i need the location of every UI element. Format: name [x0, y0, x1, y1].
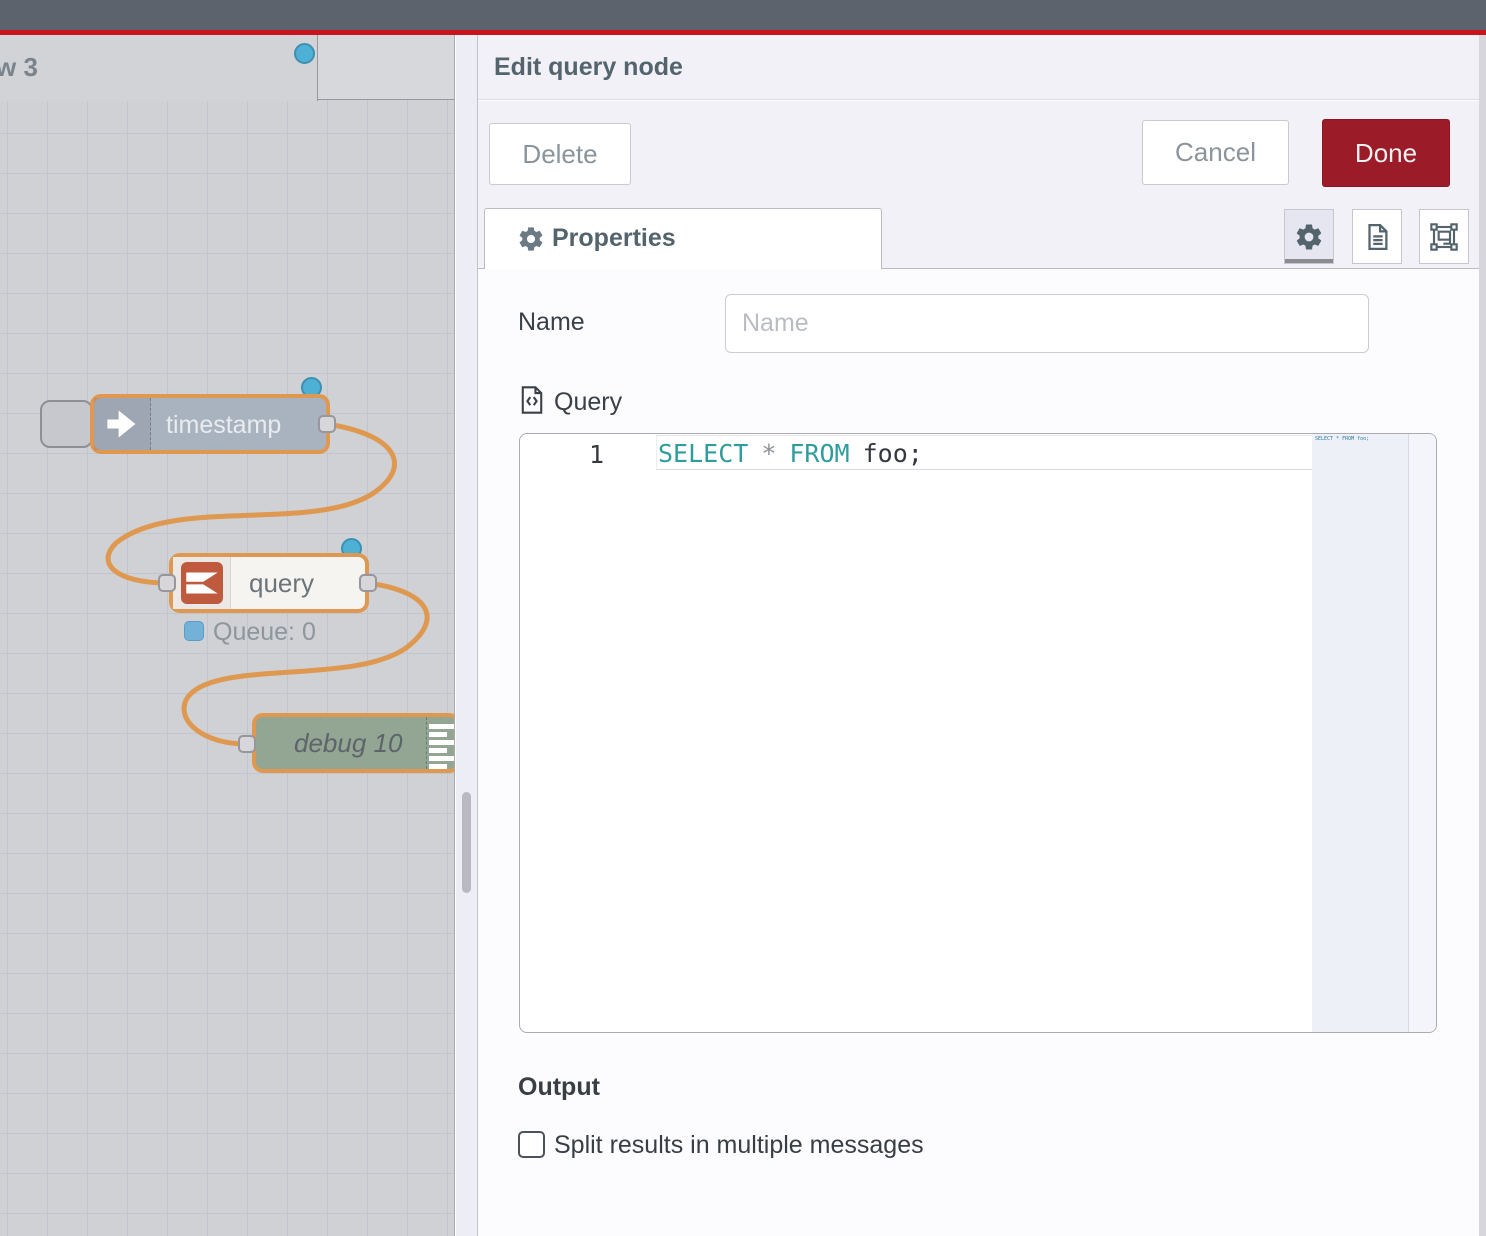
- description-view-button[interactable]: [1352, 209, 1402, 264]
- status-dot-icon: [184, 621, 204, 641]
- query-field-label: Query: [554, 388, 622, 417]
- minimap-code-line: SELECT * FROM foo;: [1315, 436, 1369, 442]
- inject-arrow-icon: [94, 398, 151, 450]
- properties-view-button[interactable]: [1284, 209, 1334, 264]
- tab-properties[interactable]: Properties: [484, 208, 882, 269]
- dialog-title: Edit query node: [494, 53, 683, 82]
- editor-overview-ruler[interactable]: [1408, 434, 1436, 1032]
- output-section-label: Output: [518, 1073, 600, 1102]
- debug-lines-icon: [426, 717, 455, 769]
- node-label: timestamp: [166, 411, 281, 440]
- sql-keyword: FROM: [789, 439, 849, 468]
- sql-keyword: SELECT: [658, 439, 748, 468]
- port-timestamp-output[interactable]: [318, 415, 336, 433]
- delete-button[interactable]: Delete: [489, 123, 631, 185]
- file-code-icon: [518, 385, 546, 415]
- inject-trigger-button[interactable]: [40, 400, 93, 448]
- gear-icon: [1294, 222, 1324, 252]
- description-icon: [1362, 222, 1392, 252]
- node-mysql-query[interactable]: query: [169, 553, 369, 613]
- editor-minimap[interactable]: SELECT * FROM foo;: [1312, 434, 1408, 1032]
- node-label: debug 10: [294, 728, 402, 759]
- split-results-label: Split results in multiple messages: [554, 1131, 924, 1160]
- port-query-input[interactable]: [158, 574, 176, 592]
- editor-code-line[interactable]: SELECT * FROM foo;: [658, 439, 923, 468]
- node-icon-zone: [173, 557, 231, 609]
- app-header-bar: [0, 0, 1486, 30]
- appearance-view-button[interactable]: [1419, 209, 1469, 264]
- canvas-scroll-gutter: [456, 35, 477, 1236]
- done-button[interactable]: Done: [1322, 119, 1450, 187]
- sql-code-editor[interactable]: 1 SELECT * FROM foo; SELECT * FROM foo;: [519, 433, 1437, 1033]
- dialog-action-bar: Delete Cancel Done: [478, 101, 1479, 208]
- split-results-checkbox[interactable]: [518, 1131, 545, 1158]
- edit-node-dialog: Edit query node Delete Cancel Done Prope…: [477, 35, 1479, 1236]
- appearance-icon: [1428, 221, 1460, 253]
- name-field-label: Name: [518, 308, 585, 337]
- node-status-text: Queue: 0: [213, 618, 316, 647]
- editor-line-number: 1: [520, 440, 604, 469]
- sql-operator: *: [761, 439, 776, 468]
- flow-canvas[interactable]: w 3 timestamp query: [0, 35, 455, 1236]
- sql-identifier: foo;: [863, 439, 923, 468]
- tab-properties-label: Properties: [552, 224, 676, 253]
- node-label: query: [249, 568, 314, 599]
- port-debug-input[interactable]: [238, 735, 256, 753]
- node-inject-timestamp[interactable]: timestamp: [90, 394, 330, 454]
- header-accent-line: [0, 30, 1486, 35]
- dialog-header: Edit query node: [478, 35, 1479, 100]
- editor-tab-bar: Properties: [478, 208, 1479, 269]
- port-query-output[interactable]: [359, 574, 377, 592]
- node-debug[interactable]: debug 10: [252, 713, 455, 773]
- dialog-scrollbar[interactable]: [1479, 35, 1486, 1236]
- canvas-vertical-scrollbar[interactable]: [462, 792, 471, 893]
- name-input[interactable]: [725, 294, 1369, 353]
- mysql-icon: [181, 562, 223, 604]
- cancel-button[interactable]: Cancel: [1142, 120, 1289, 185]
- gear-icon: [517, 225, 545, 253]
